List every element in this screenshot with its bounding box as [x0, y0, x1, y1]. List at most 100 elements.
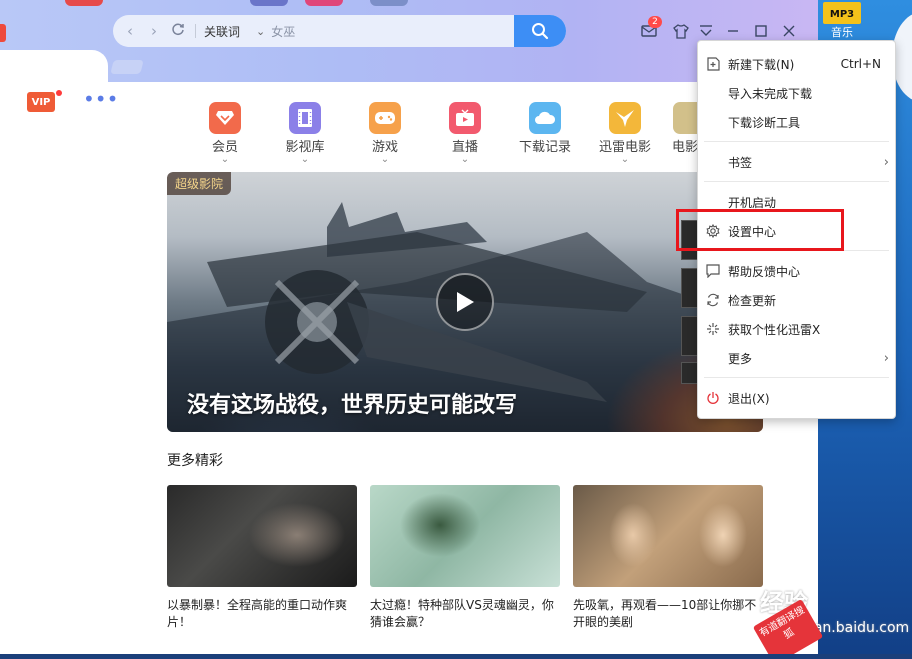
menu-item-label: 获取个性化迅雷X [728, 322, 821, 337]
category-label: 下载记录 [518, 140, 571, 155]
feedback-icon [698, 264, 728, 278]
play-icon [457, 292, 474, 312]
hero-banner[interactable]: 超级影院 没有这场战役，世界历史可能改写 [167, 172, 763, 432]
search-button[interactable] [514, 15, 566, 47]
cloud-icon [529, 102, 561, 134]
category-label: 影视库 [285, 140, 325, 155]
menu-item-label: 下载诊断工具 [728, 115, 801, 130]
power-icon [698, 391, 728, 405]
sidebar-edge [0, 24, 6, 42]
menu-item-personalize[interactable]: 获取个性化迅雷X [698, 317, 895, 341]
video-caption[interactable]: 先吸氧，再观看——10部让你挪不开眼的美剧 [573, 597, 763, 631]
film-icon [289, 102, 321, 134]
hero-tag: 超级影院 [167, 172, 232, 195]
menu-item-label: 新建下载(N) [728, 57, 795, 72]
video-thumbnail[interactable] [573, 485, 763, 587]
forward-icon[interactable]: › [147, 22, 161, 40]
menu-divider [704, 181, 889, 182]
chevron-down-icon: ⌄ [300, 154, 310, 165]
search-icon [532, 23, 549, 40]
menu-item-label: 导入未完成下载 [728, 86, 813, 101]
menu-item-bookmarks[interactable]: 书签 › [698, 150, 895, 174]
vip-diamond-icon [209, 102, 241, 134]
new-download-icon [698, 57, 728, 71]
more-options-icon[interactable]: ••• [83, 89, 118, 109]
hero-title: 没有这场战役，世界历史可能改写 [187, 393, 518, 418]
play-button[interactable] [436, 273, 494, 331]
back-icon[interactable]: ‹ [123, 22, 137, 40]
section-title: 更多精彩 [167, 453, 223, 469]
chevron-down-icon: ⌄ [620, 154, 630, 165]
category-thunder-movies[interactable]: 迅雷电影 ⌄ [595, 102, 655, 165]
menu-item-shortcut: Ctrl+N [840, 57, 881, 71]
category-vip[interactable]: 会员 ⌄ [195, 102, 255, 165]
gamepad-icon [369, 102, 401, 134]
search-input[interactable]: 女巫 [271, 23, 534, 40]
chevron-down-icon: ⌄ [220, 154, 230, 165]
video-card[interactable]: 太过瘾！特种部队VS灵魂幽灵，你猜谁会赢？ [370, 485, 560, 631]
divider [195, 24, 196, 38]
menu-item-new-download[interactable]: 新建下载(N) Ctrl+N [698, 52, 895, 76]
tab-stub-3[interactable] [305, 0, 343, 6]
category-label: 游戏 [371, 140, 398, 155]
menu-divider [704, 377, 889, 378]
chevron-down-icon: ⌄ [380, 154, 390, 165]
video-caption[interactable]: 太过瘾！特种部队VS灵魂幽灵，你猜谁会赢？ [370, 597, 560, 631]
menu-divider [704, 141, 889, 142]
category-film-library[interactable]: 影视库 ⌄ [275, 102, 335, 165]
refresh-icon [698, 293, 728, 307]
thunder-window: ‹ › 关联词 ⌄ 女巫 2 VIP ••• 会员 ⌄ 影视库 ⌄ 游戏 ⌄ 直… [0, 0, 818, 659]
menu-item-help-feedback[interactable]: 帮助反馈中心 [698, 259, 895, 283]
minimize-icon[interactable] [722, 20, 744, 42]
address-bar: ‹ › 关联词 ⌄ 女巫 [113, 15, 566, 47]
highlight-annotation [676, 209, 844, 251]
menu-item-label: 更多 [728, 351, 753, 366]
menu-item-more[interactable]: 更多 › [698, 346, 895, 370]
category-label: 迅雷电影 [598, 140, 651, 155]
active-tab[interactable] [0, 50, 108, 82]
chevron-right-icon: › [883, 350, 889, 366]
tab-stub-4[interactable] [370, 0, 408, 6]
tab-stub-1[interactable] [65, 0, 103, 6]
category-label: 会员 [211, 140, 238, 155]
video-thumbnail[interactable] [167, 485, 357, 587]
new-tab-button[interactable] [110, 60, 144, 74]
refresh-icon[interactable] [171, 22, 185, 40]
menu-item-diagnostic-tool[interactable]: 下载诊断工具 [698, 110, 895, 134]
video-card[interactable]: 先吸氧，再观看——10部让你挪不开眼的美剧 [573, 485, 763, 631]
menu-item-label: 退出(X) [728, 391, 770, 406]
close-icon[interactable] [778, 20, 800, 42]
notification-badge: 2 [648, 16, 662, 28]
desktop-icon-label: 音乐 [831, 26, 853, 39]
title-bar: ‹ › 关联词 ⌄ 女巫 2 [0, 0, 818, 82]
menu-item-label: 开机启动 [728, 195, 777, 210]
chevron-down-icon: ⌄ [460, 154, 470, 165]
category-games[interactable]: 游戏 ⌄ [355, 102, 415, 165]
main-menu-icon[interactable] [695, 20, 717, 42]
menu-item-label: 书签 [728, 155, 753, 170]
vip-badge[interactable]: VIP [27, 92, 55, 112]
vip-notification-dot [56, 90, 62, 96]
video-thumbnail[interactable] [370, 485, 560, 587]
category-download-history[interactable]: 下载记录 [515, 102, 575, 155]
tv-icon [449, 102, 481, 134]
search-category-label: 关联词 [204, 24, 241, 39]
menu-item-check-update[interactable]: 检查更新 [698, 288, 895, 312]
chevron-down-icon[interactable]: ⌄ [256, 25, 265, 38]
sparkle-icon [698, 322, 728, 336]
video-caption[interactable]: 以暴制暴！全程高能的重口动作爽片！ [167, 597, 357, 631]
chevron-right-icon: › [883, 154, 889, 170]
mp3-icon: MP3 [823, 2, 861, 24]
tab-stub-2[interactable] [250, 0, 288, 6]
maximize-icon[interactable] [750, 20, 772, 42]
thunder-bird-icon [609, 102, 641, 134]
menu-item-exit[interactable]: 退出(X) [698, 386, 895, 410]
taskbar [0, 654, 912, 659]
video-card[interactable]: 以暴制暴！全程高能的重口动作爽片！ [167, 485, 357, 631]
skin-icon[interactable] [670, 20, 692, 42]
desktop-icon-music[interactable]: MP3 音乐 [822, 2, 862, 40]
menu-item-import-downloads[interactable]: 导入未完成下载 [698, 81, 895, 105]
category-live[interactable]: 直播 ⌄ [435, 102, 495, 165]
category-label: 直播 [451, 140, 478, 155]
menu-item-label: 帮助反馈中心 [728, 264, 801, 279]
